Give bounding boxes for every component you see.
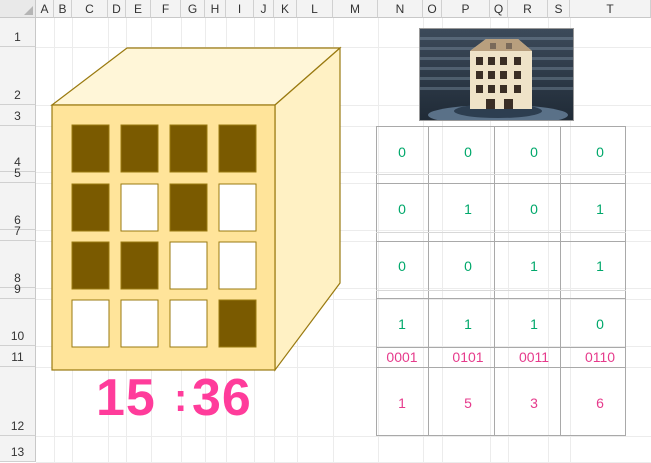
window-r2-c4 xyxy=(218,183,257,232)
bit-cell[interactable]: 0 xyxy=(377,258,427,274)
bit-cell[interactable]: 1 xyxy=(443,316,493,332)
decimal-cell[interactable]: 3 xyxy=(509,395,559,411)
time-display: 15 : 36 xyxy=(96,368,251,434)
table-divider xyxy=(494,126,495,436)
window-r1-c2 xyxy=(120,124,159,173)
binary-cell[interactable]: 0110 xyxy=(575,349,625,365)
window-r3-c3 xyxy=(169,241,208,290)
cube-side-face xyxy=(274,46,341,372)
decimal-cell[interactable]: 1 xyxy=(377,395,427,411)
table-divider xyxy=(376,347,626,348)
table-divider xyxy=(376,232,626,233)
bit-cell[interactable]: 1 xyxy=(575,258,625,274)
window-r4-c4 xyxy=(218,299,257,348)
binary-cell[interactable]: 0011 xyxy=(509,349,559,365)
window-r1-c4 xyxy=(218,124,257,173)
bit-cell[interactable]: 1 xyxy=(509,316,559,332)
bit-cell[interactable]: 0 xyxy=(509,144,559,160)
table-divider xyxy=(376,290,626,291)
window-r3-c1 xyxy=(71,241,110,290)
table-divider xyxy=(376,367,626,368)
spreadsheet: ABCDEFGHIJKLMNOPQRST 1 2 3 4 5 6 7 8 9 10 11 12 13 xyxy=(0,0,651,463)
bit-cell[interactable]: 1 xyxy=(377,316,427,332)
bit-cell[interactable]: 0 xyxy=(377,144,427,160)
table-divider xyxy=(376,174,626,175)
bit-cell[interactable]: 0 xyxy=(377,201,427,217)
table-divider xyxy=(560,126,561,436)
bit-cell[interactable]: 1 xyxy=(443,201,493,217)
table-divider xyxy=(376,241,626,242)
window-r2-c2 xyxy=(120,183,159,232)
bit-cell[interactable]: 0 xyxy=(443,144,493,160)
bit-cell[interactable]: 0 xyxy=(575,144,625,160)
window-r4-c2 xyxy=(120,299,159,348)
binary-cell[interactable]: 0101 xyxy=(443,349,493,365)
window-r1-c1 xyxy=(71,124,110,173)
table-divider xyxy=(428,126,429,436)
table-divider xyxy=(376,183,626,184)
bit-cell[interactable]: 0 xyxy=(575,316,625,332)
bit-cell[interactable]: 0 xyxy=(443,258,493,274)
time-hours: 15 xyxy=(96,369,156,427)
table-divider xyxy=(376,298,626,299)
decimal-cell[interactable]: 6 xyxy=(575,395,625,411)
window-r2-c1 xyxy=(71,183,110,232)
bit-cell[interactable]: 0 xyxy=(509,201,559,217)
window-r1-c3 xyxy=(169,124,208,173)
building-photo[interactable] xyxy=(419,28,574,121)
window-r4-c1 xyxy=(71,299,110,348)
bit-cell[interactable]: 1 xyxy=(509,258,559,274)
window-r2-c3 xyxy=(169,183,208,232)
bits-table xyxy=(376,126,626,436)
binary-cell[interactable]: 0001 xyxy=(377,349,427,365)
window-r3-c4 xyxy=(218,241,257,290)
time-minutes: 36 xyxy=(192,369,252,427)
bit-cell[interactable]: 1 xyxy=(575,201,625,217)
window-r3-c2 xyxy=(120,241,159,290)
window-r4-c3 xyxy=(169,299,208,348)
decimal-cell[interactable]: 5 xyxy=(443,395,493,411)
time-separator: : xyxy=(174,376,189,420)
